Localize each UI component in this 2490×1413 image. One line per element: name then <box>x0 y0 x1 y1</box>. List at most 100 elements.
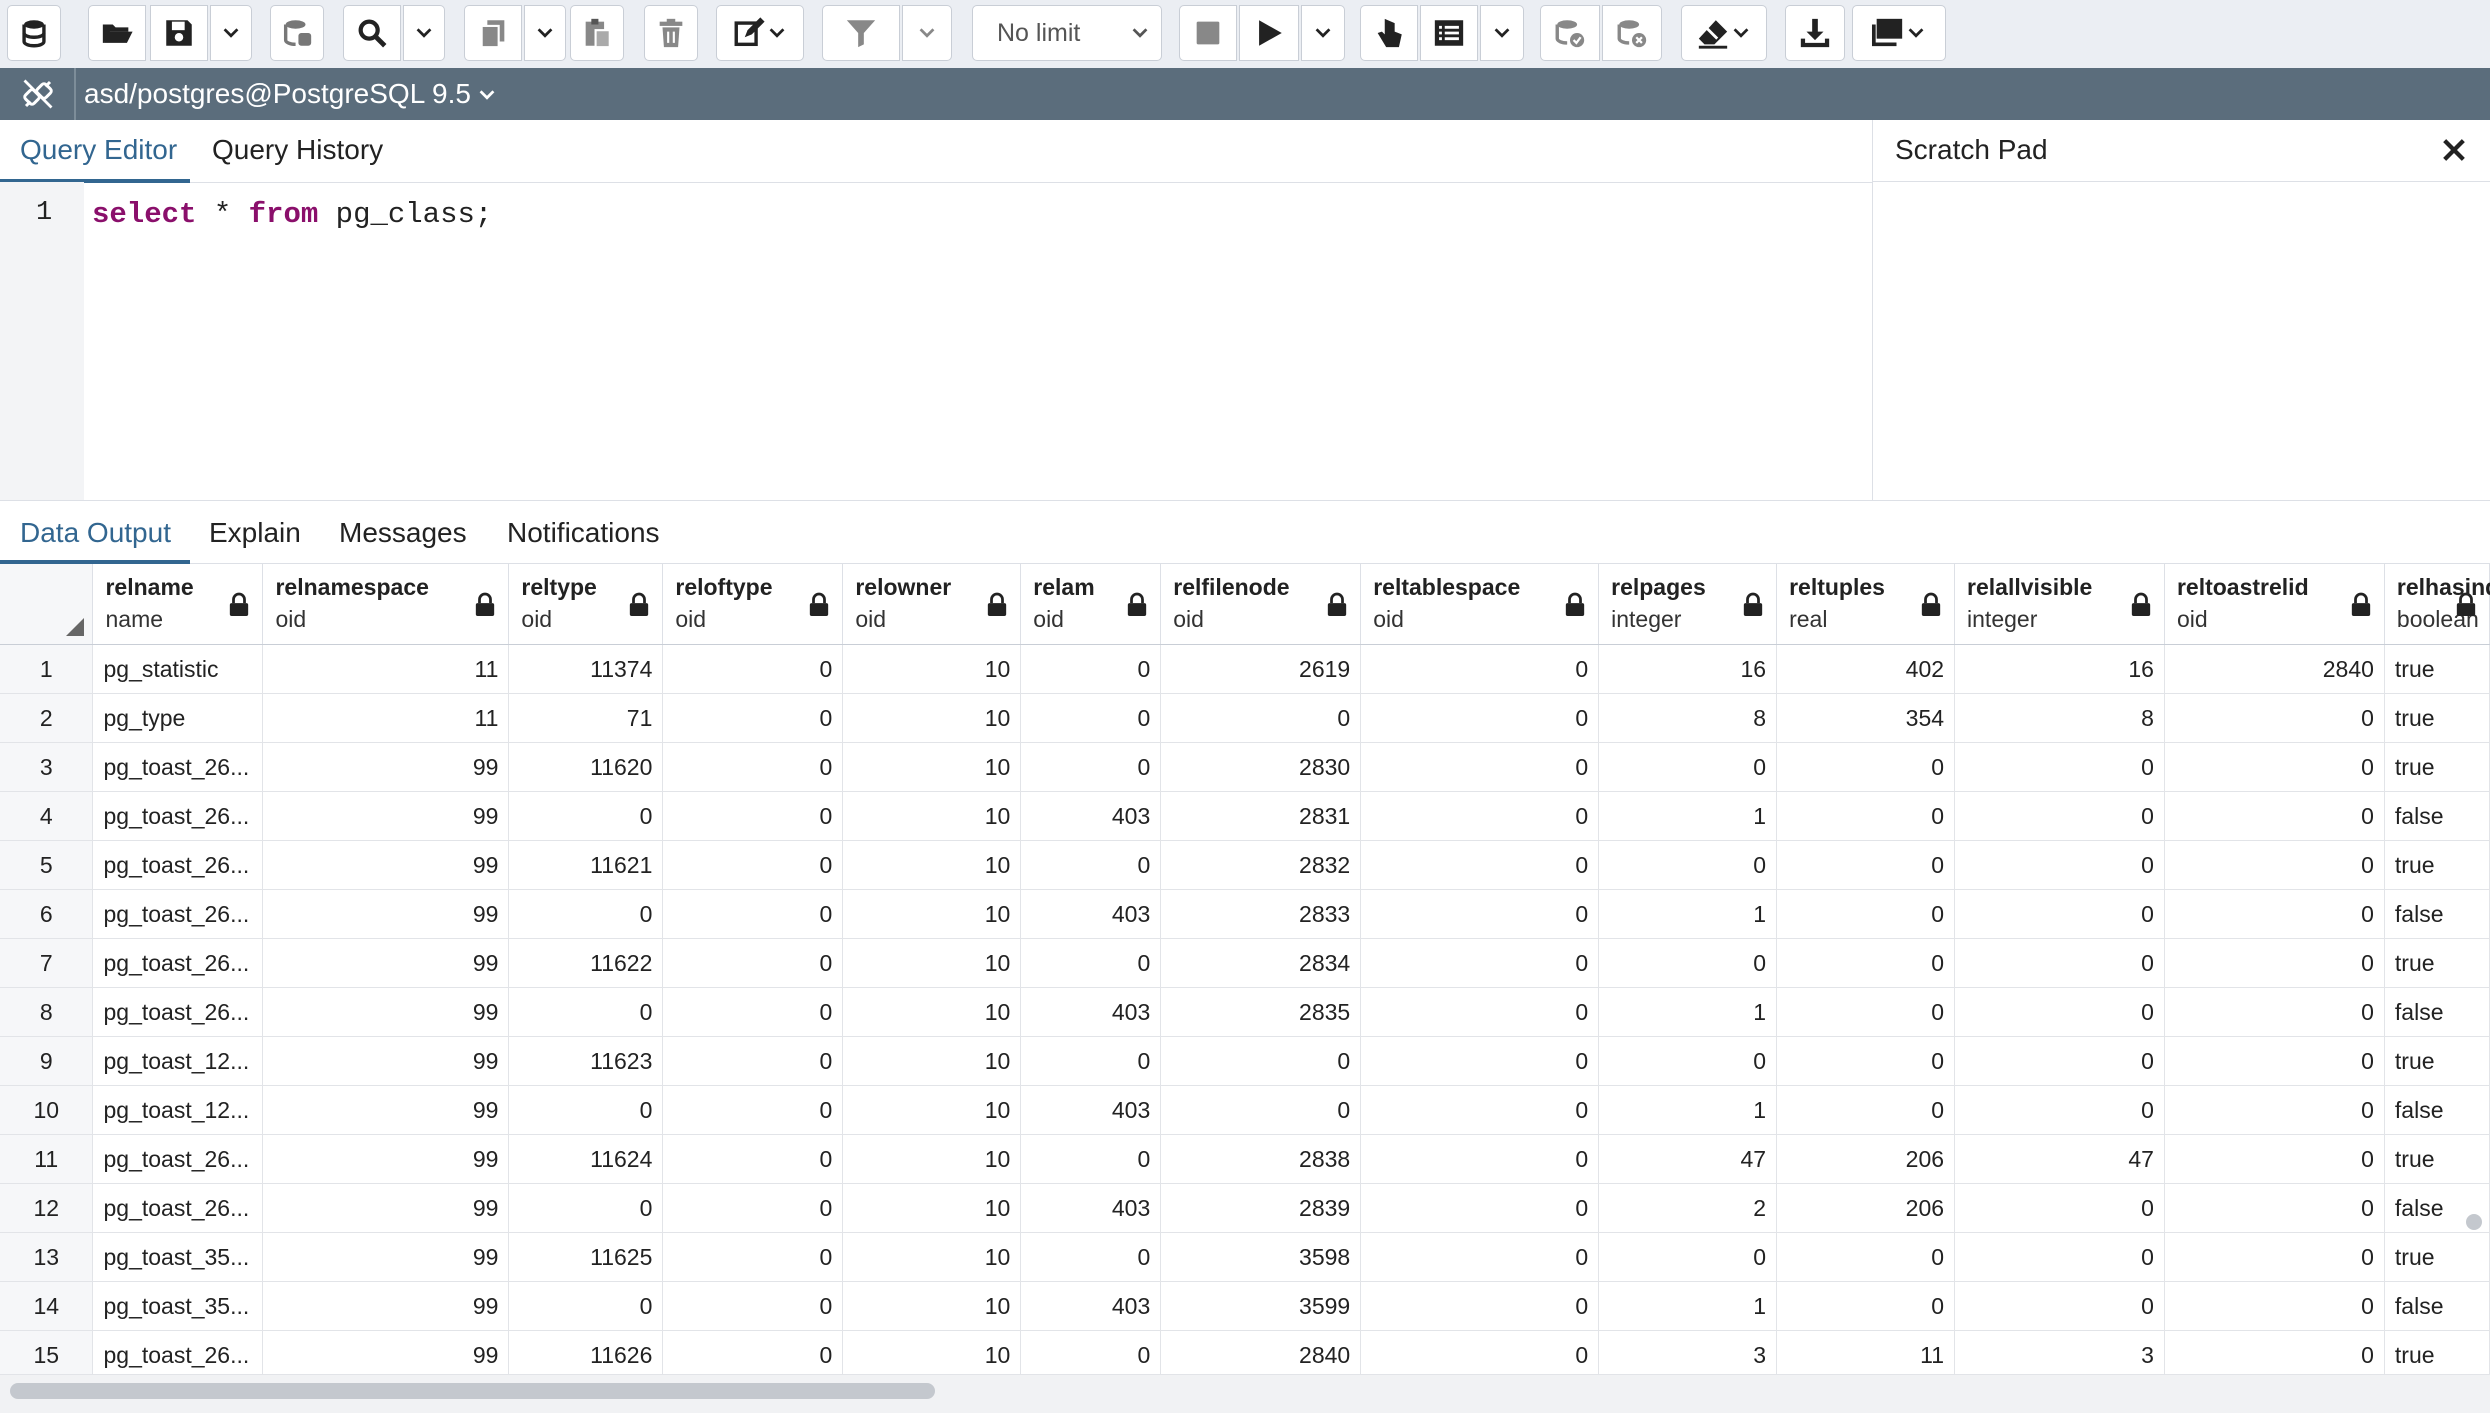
clear-button[interactable] <box>1681 5 1767 61</box>
cell-relowner[interactable]: 10 <box>842 1232 1022 1282</box>
cell-reltablespace[interactable]: 0 <box>1360 1183 1600 1233</box>
cell-relallvisible[interactable]: 0 <box>1954 1036 2165 1086</box>
macros-button[interactable] <box>1852 5 1946 61</box>
cell-reltoastrelid[interactable]: 0 <box>2164 1281 2385 1331</box>
cell-relpages[interactable]: 0 <box>1598 938 1778 988</box>
vertical-scrollbar-thumb[interactable] <box>2466 1214 2482 1230</box>
cell-reltablespace[interactable]: 0 <box>1360 840 1600 890</box>
cell-reltoastrelid[interactable]: 0 <box>2164 791 2385 841</box>
cell-reltoastrelid[interactable]: 0 <box>2164 742 2385 792</box>
cell-relhasind[interactable]: true <box>2384 938 2490 988</box>
cell-relpages[interactable]: 0 <box>1598 1036 1778 1086</box>
table-row[interactable]: 4 pg_toast_26... 99 0 0 10 403 2831 0 1 0 0 0 false <box>0 791 2490 841</box>
cell-reltype[interactable]: 71 <box>508 693 664 743</box>
cell-relowner[interactable]: 10 <box>842 1134 1022 1184</box>
filter-button[interactable] <box>822 5 900 61</box>
cell-relowner[interactable]: 10 <box>842 1183 1022 1233</box>
cell-relpages[interactable]: 1 <box>1598 1281 1778 1331</box>
row-number[interactable]: 2 <box>0 693 94 743</box>
tab-query-history[interactable]: Query History <box>212 134 383 166</box>
cell-relname[interactable]: pg_toast_26... <box>92 938 264 988</box>
row-number[interactable]: 8 <box>0 987 94 1037</box>
cell-reltuples[interactable]: 0 <box>1776 1085 1956 1135</box>
edit-button[interactable] <box>716 5 804 61</box>
cell-relam[interactable]: 403 <box>1020 1281 1162 1331</box>
cell-reltuples[interactable]: 206 <box>1776 1134 1956 1184</box>
cell-relnamespace[interactable]: 99 <box>262 1183 510 1233</box>
cell-reltablespace[interactable]: 0 <box>1360 1085 1600 1135</box>
cell-relnamespace[interactable]: 99 <box>262 840 510 890</box>
cell-relnamespace[interactable]: 99 <box>262 987 510 1037</box>
table-row[interactable]: 5 pg_toast_26... 99 11621 0 10 0 2832 0 0 0 0 0 true <box>0 840 2490 890</box>
cell-reloftype[interactable]: 0 <box>662 1134 844 1184</box>
cell-reltuples[interactable]: 11 <box>1776 1330 1956 1374</box>
table-row[interactable]: 13 pg_toast_35... 99 11625 0 10 0 3598 0 0 0 0 0 true <box>0 1232 2490 1282</box>
cell-relallvisible[interactable]: 0 <box>1954 1183 2165 1233</box>
db-browser-button[interactable] <box>7 5 61 61</box>
execute-options-button[interactable] <box>1301 5 1345 61</box>
column-header-relnamespace[interactable]: relnamespace oid <box>262 564 510 645</box>
cell-reltoastrelid[interactable]: 2840 <box>2164 644 2385 694</box>
cell-relnamespace[interactable]: 99 <box>262 889 510 939</box>
download-csv-button[interactable] <box>1785 5 1845 61</box>
cell-relowner[interactable]: 10 <box>842 693 1022 743</box>
tab-explain[interactable]: Explain <box>209 517 301 549</box>
cell-relpages[interactable]: 2 <box>1598 1183 1778 1233</box>
cell-reltuples[interactable]: 0 <box>1776 791 1956 841</box>
cell-relnamespace[interactable]: 99 <box>262 742 510 792</box>
column-header-reltablespace[interactable]: reltablespace oid <box>1360 564 1600 645</box>
cell-relhasind[interactable]: true <box>2384 644 2490 694</box>
cell-relnamespace[interactable]: 99 <box>262 938 510 988</box>
table-row[interactable]: 1 pg_statistic 11 11374 0 10 0 2619 0 16 402 16 2840… <box>0 644 2490 694</box>
cell-relfilenode[interactable]: 2839 <box>1160 1183 1362 1233</box>
cell-relnamespace[interactable]: 99 <box>262 791 510 841</box>
cancel-query-button[interactable] <box>1179 5 1237 61</box>
sql-editor[interactable]: select * from pg_class; <box>92 198 492 231</box>
row-number[interactable]: 13 <box>0 1232 94 1282</box>
cell-relowner[interactable]: 10 <box>842 1036 1022 1086</box>
cell-relpages[interactable]: 0 <box>1598 840 1778 890</box>
cell-relfilenode[interactable]: 3598 <box>1160 1232 1362 1282</box>
cell-reloftype[interactable]: 0 <box>662 987 844 1037</box>
cell-relallvisible[interactable]: 0 <box>1954 791 2165 841</box>
cell-reloftype[interactable]: 0 <box>662 1281 844 1331</box>
cell-relowner[interactable]: 10 <box>842 1085 1022 1135</box>
row-number[interactable]: 5 <box>0 840 94 890</box>
cell-relnamespace[interactable]: 99 <box>262 1036 510 1086</box>
cell-relpages[interactable]: 16 <box>1598 644 1778 694</box>
table-row[interactable]: 7 pg_toast_26... 99 11622 0 10 0 2834 0 0 0 0 0 true <box>0 938 2490 988</box>
cell-relname[interactable]: pg_toast_35... <box>92 1232 264 1282</box>
cell-relfilenode[interactable]: 3599 <box>1160 1281 1362 1331</box>
cell-reltuples[interactable]: 206 <box>1776 1183 1956 1233</box>
cell-relnamespace[interactable]: 99 <box>262 1085 510 1135</box>
chevron-down-icon[interactable] <box>476 84 498 106</box>
cell-relhasind[interactable]: true <box>2384 1330 2490 1374</box>
table-row[interactable]: 10 pg_toast_12... 99 0 0 10 403 0 0 1 0 0 0 false <box>0 1085 2490 1135</box>
cell-reltuples[interactable]: 0 <box>1776 987 1956 1037</box>
cell-reltoastrelid[interactable]: 0 <box>2164 987 2385 1037</box>
row-number[interactable]: 11 <box>0 1134 94 1184</box>
save-file-button[interactable] <box>150 5 208 61</box>
cell-relowner[interactable]: 10 <box>842 742 1022 792</box>
cell-reltype[interactable]: 11625 <box>508 1232 664 1282</box>
cell-reltablespace[interactable]: 0 <box>1360 1134 1600 1184</box>
column-header-reltoastrelid[interactable]: reltoastrelid oid <box>2164 564 2385 645</box>
table-row[interactable]: 2 pg_type 11 71 0 10 0 0 0 8 354 8 0 true <box>0 693 2490 743</box>
column-header-relpages[interactable]: relpages integer <box>1598 564 1778 645</box>
explain-button[interactable] <box>1360 5 1418 61</box>
row-number[interactable]: 3 <box>0 742 94 792</box>
find-options-button[interactable] <box>403 5 445 61</box>
open-file-button[interactable] <box>88 5 146 61</box>
cell-reltoastrelid[interactable]: 0 <box>2164 1183 2385 1233</box>
cell-relname[interactable]: pg_toast_26... <box>92 840 264 890</box>
cell-relhasind[interactable]: true <box>2384 742 2490 792</box>
table-row[interactable]: 12 pg_toast_26... 99 0 0 10 403 2839 0 2 206 0 0 fals… <box>0 1183 2490 1233</box>
cell-relfilenode[interactable]: 2840 <box>1160 1330 1362 1374</box>
cell-relname[interactable]: pg_type <box>92 693 264 743</box>
cell-relfilenode[interactable]: 2835 <box>1160 987 1362 1037</box>
table-row[interactable]: 15 pg_toast_26... 99 11626 0 10 0 2840 0 3 11 3 0 tru… <box>0 1330 2490 1374</box>
cell-reltuples[interactable]: 354 <box>1776 693 1956 743</box>
table-row[interactable]: 11 pg_toast_26... 99 11624 0 10 0 2838 0 47 206 47 0… <box>0 1134 2490 1184</box>
cell-relallvisible[interactable]: 0 <box>1954 1281 2165 1331</box>
cell-relnamespace[interactable]: 11 <box>262 644 510 694</box>
